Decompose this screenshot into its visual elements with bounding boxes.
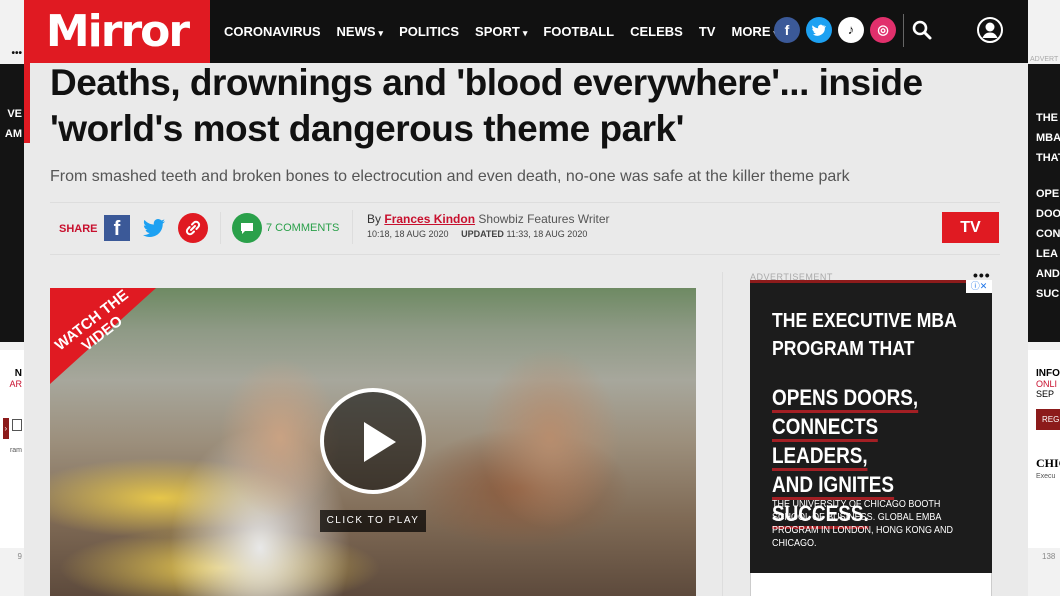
headline-accent-bar <box>24 63 30 143</box>
nav-label: SPORT <box>475 24 520 39</box>
right-skin-line: CON <box>1036 228 1060 240</box>
ad-tagline-line: OPENS DOORS, <box>772 383 975 413</box>
nav-item-politics[interactable]: POLITICS <box>399 24 459 39</box>
user-account-icon[interactable] <box>976 16 1004 44</box>
click-to-play-label[interactable]: CLICK TO PLAY <box>320 510 426 532</box>
play-icon[interactable] <box>320 388 426 494</box>
author-divider <box>352 210 353 244</box>
article-standfirst: From smashed teeth and broken bones to e… <box>50 168 850 185</box>
nav-item-coronavirus[interactable]: CORONAVIRUS <box>224 24 321 39</box>
meta-divider-top <box>50 202 1000 203</box>
right-skin-line: SUC <box>1036 288 1060 300</box>
instagram-icon[interactable]: ◎ <box>870 17 896 43</box>
section-badge-tv[interactable]: TV <box>942 212 999 243</box>
left-skin-light-panel: N AR › ram <box>0 350 24 548</box>
left-skin-button[interactable]: › <box>2 418 10 439</box>
left-skin-red-text: AR <box>9 379 22 389</box>
main-nav: CORONAVIRUS NEWS ▾ POLITICS SPORT ▾ FOOTBA… <box>224 0 794 63</box>
chevron-down-icon: ▾ <box>378 28 384 38</box>
right-skin-line: OPE <box>1036 188 1060 200</box>
meta-divider-bottom <box>50 254 1000 255</box>
article-headline: Deaths, drownings and 'blood everywhere'… <box>50 62 923 149</box>
nav-label: CORONAVIRUS <box>224 24 321 39</box>
facebook-icon[interactable]: f <box>774 17 800 43</box>
share-facebook-icon[interactable]: f <box>104 215 130 241</box>
right-skin-line: DOO <box>1036 208 1060 220</box>
nav-item-sport[interactable]: SPORT ▾ <box>475 24 527 39</box>
byline: By Frances Kindon Showbiz Features Write… <box>367 212 610 226</box>
header-divider <box>903 14 904 47</box>
share-link-icon[interactable] <box>178 213 208 243</box>
nav-label: POLITICS <box>399 24 460 39</box>
adchoices-icon[interactable]: ⓘ✕ <box>966 280 992 293</box>
right-skin-dark-panel: THE MBA THAT OPE DOO CON LEA AND SUC <box>1028 64 1060 342</box>
right-skin-line: MBA <box>1036 132 1060 144</box>
sidebar-divider <box>722 272 723 596</box>
left-skin-dots[interactable]: ••• <box>11 48 22 59</box>
right-skin-number: 138 <box>1042 552 1056 561</box>
left-skin-small-text: ram <box>9 447 22 454</box>
ad-tagline-text: OPENS DOORS, <box>772 385 919 413</box>
updated-label: UPDATED <box>461 229 504 239</box>
page: ••• ⓘ✕ VE AM N AR › ram 9 ADVERT THE MBA… <box>0 0 1060 596</box>
nav-label: FOOTBALL <box>543 24 615 39</box>
ad-tagline-text: CONNECTS LEADERS, <box>772 414 879 471</box>
left-skin-ad[interactable]: ••• ⓘ✕ VE AM N AR › ram 9 <box>0 0 24 596</box>
right-skin-ad[interactable]: ADVERT THE MBA THAT OPE DOO CON LEA AND … <box>1028 0 1060 596</box>
tiktok-icon[interactable]: ♪ <box>838 17 864 43</box>
site-header: Mirror CORONAVIRUS NEWS ▾ POLITICS SPORT ▾… <box>24 0 1028 63</box>
nav-label: CELEBS <box>630 24 683 39</box>
ad-small-print: THE UNIVERSITY OF CHICAGO BOOTH SCHOOL O… <box>772 499 954 549</box>
author-role: Showbiz Features Writer <box>478 212 610 226</box>
ad-footer <box>750 573 992 596</box>
ad-headline: THE EXECUTIVE MBA PROGRAM THAT <box>772 310 957 360</box>
nav-label: MORE <box>731 24 771 39</box>
right-skin-text: INFO <box>1036 368 1060 379</box>
right-skin-line: AND <box>1036 268 1060 280</box>
left-skin-line: AM <box>4 128 22 140</box>
ad-tagline-line: CONNECTS LEADERS, <box>772 412 975 471</box>
nav-item-football[interactable]: FOOTBALL <box>543 24 614 39</box>
nav-item-tv[interactable]: TV <box>699 24 716 39</box>
right-skin-small-text: Execu <box>1036 473 1056 480</box>
video-player[interactable]: WATCH THE VIDEO CLICK TO PLAY <box>50 288 696 596</box>
nav-label: NEWS <box>336 24 376 39</box>
twitter-icon[interactable] <box>806 17 832 43</box>
left-skin-number: 9 <box>17 552 22 561</box>
social-links: f ♪ ◎ <box>774 17 896 43</box>
left-skin-dark-panel: VE AM <box>0 64 24 342</box>
published-date: 10:18, 18 AUG 2020 <box>367 229 449 239</box>
nav-label: TV <box>698 24 716 39</box>
chevron-down-icon: ▾ <box>522 28 528 38</box>
comments-icon[interactable] <box>232 213 262 243</box>
search-icon[interactable] <box>910 18 934 42</box>
byline-prefix: By <box>367 212 382 226</box>
mirror-logo[interactable]: Mirror <box>24 0 210 63</box>
right-skin-ad-label: ADVERT <box>1030 56 1059 63</box>
right-skin-line: LEA <box>1036 248 1058 260</box>
right-skin-red-text: ONLI <box>1036 379 1058 389</box>
left-skin-text: N <box>14 368 22 379</box>
right-skin-text: SEP <box>1036 389 1055 399</box>
share-label: SHARE <box>59 223 98 235</box>
updated-date: 11:33, 18 AUG 2020 <box>506 229 588 239</box>
share-divider <box>220 212 221 244</box>
right-skin-line: THAT <box>1036 152 1060 164</box>
nav-item-news[interactable]: NEWS ▾ <box>337 24 384 39</box>
right-skin-brand: CHIC <box>1036 456 1060 470</box>
article-dates: 10:18, 18 AUG 2020 UPDATED 11:33, 18 AUG… <box>367 229 587 239</box>
left-skin-line: VE <box>7 108 22 120</box>
right-skin-line <box>1036 168 1060 184</box>
right-skin-register-button[interactable]: REG <box>1036 409 1060 430</box>
nav-item-more[interactable]: MORE▾ <box>731 24 778 39</box>
comments-link[interactable]: 7 COMMENTS <box>266 222 339 234</box>
right-skin-line: THE <box>1036 112 1058 124</box>
share-twitter-icon[interactable] <box>141 215 167 241</box>
nav-item-celebs[interactable]: CELEBS <box>630 24 683 39</box>
university-crest-icon <box>12 419 22 431</box>
right-skin-light-panel: INFO ONLI SEP REG CHIC Execu <box>1028 350 1060 548</box>
author-link[interactable]: Frances Kindon <box>384 212 475 226</box>
